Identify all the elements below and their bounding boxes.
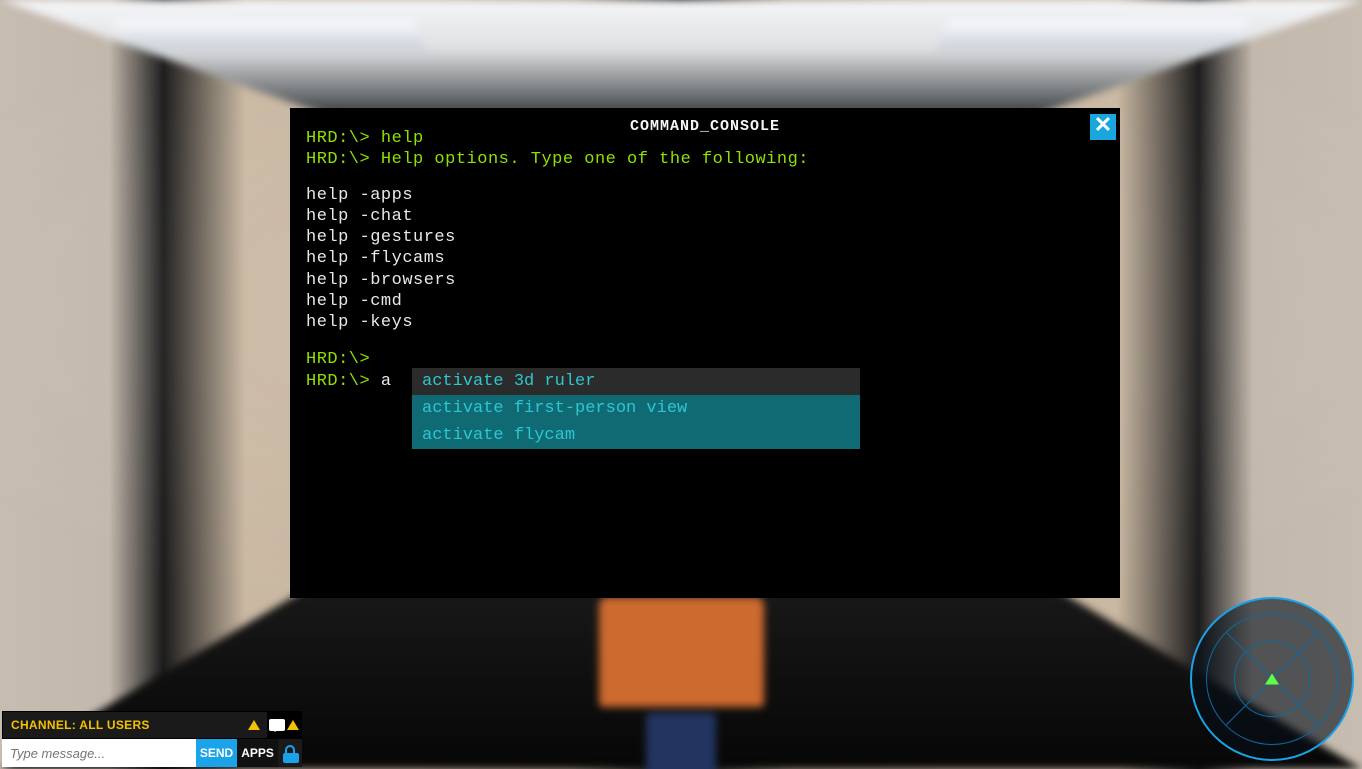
autocomplete-option[interactable]: activate first-person view: [412, 395, 860, 422]
console-current-input-text[interactable]: a: [381, 372, 392, 391]
console-autocomplete[interactable]: activate 3d ruler activate first-person …: [412, 368, 860, 449]
help-option: help -gestures: [306, 227, 1104, 248]
speech-bubble-icon: [269, 719, 285, 731]
command-console-panel[interactable]: COMMAND_CONSOLE ✕ HRD:\> help HRD:\> Hel…: [290, 108, 1120, 598]
help-option: help -keys: [306, 312, 1104, 333]
lock-button[interactable]: [278, 739, 302, 767]
console-close-button[interactable]: ✕: [1090, 114, 1116, 140]
console-prompt: HRD:\>: [306, 150, 370, 169]
console-prompt: HRD:\>: [306, 372, 370, 391]
lock-icon: [285, 745, 295, 755]
caret-up-icon: [248, 720, 260, 730]
autocomplete-option[interactable]: activate flycam: [412, 422, 860, 449]
chat-toggle-button[interactable]: [267, 712, 301, 738]
help-option: help -cmd: [306, 291, 1104, 312]
caret-up-icon: [287, 720, 299, 730]
help-option: help -browsers: [306, 270, 1104, 291]
channel-expand-button[interactable]: [241, 712, 267, 738]
channel-label: CHANNEL: ALL USERS: [3, 718, 241, 732]
apps-button[interactable]: APPS: [237, 739, 278, 767]
console-help-list: help -apps help -chat help -gestures hel…: [306, 185, 1104, 334]
help-option: help -chat: [306, 206, 1104, 227]
player-direction-icon: [1265, 674, 1279, 685]
send-button[interactable]: SEND: [196, 739, 237, 767]
chat-message-input[interactable]: [2, 739, 196, 767]
console-response-text: Help options. Type one of the following:: [381, 150, 809, 169]
autocomplete-option[interactable]: activate 3d ruler: [412, 368, 860, 395]
close-icon: ✕: [1094, 116, 1112, 138]
help-option: help -flycams: [306, 248, 1104, 269]
minimap-radar[interactable]: [1190, 597, 1354, 761]
chat-panel: CHANNEL: ALL USERS SEND APPS: [2, 711, 302, 767]
console-prompt: HRD:\>: [306, 350, 370, 369]
chat-channel-row: CHANNEL: ALL USERS: [2, 711, 302, 739]
chat-input-row: SEND APPS: [2, 739, 302, 767]
console-output: HRD:\> help HRD:\> Help options. Type on…: [306, 128, 1104, 392]
help-option: help -apps: [306, 185, 1104, 206]
console-title: COMMAND_CONSOLE: [290, 118, 1120, 135]
